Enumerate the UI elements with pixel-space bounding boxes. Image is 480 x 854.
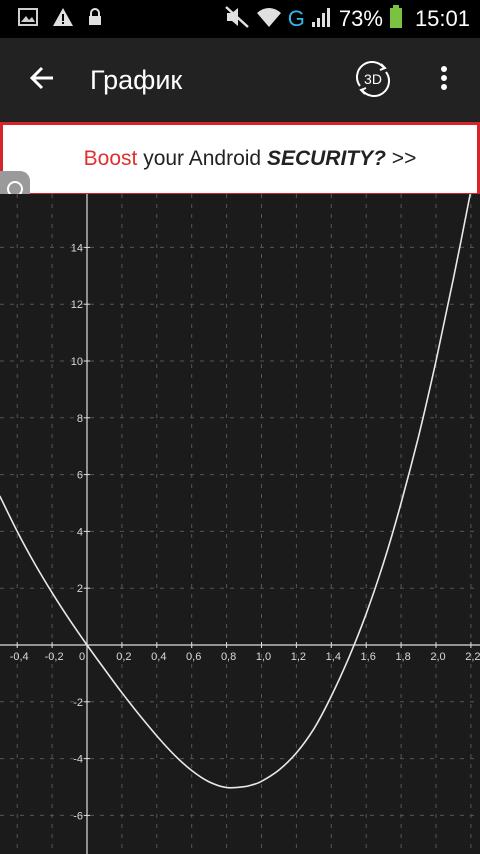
wifi-icon — [256, 6, 282, 32]
page-title: График — [90, 64, 183, 95]
x-tick-label: 0,6 — [186, 651, 201, 663]
app-bar: График 3D — [0, 38, 480, 122]
image-icon — [18, 8, 38, 30]
x-tick-label: 0 — [79, 651, 85, 663]
y-tick-label: -4 — [73, 754, 83, 766]
y-tick-label: -2 — [73, 697, 83, 709]
x-tick-label: 1,6 — [361, 651, 376, 663]
x-tick-label: 2,2 — [465, 651, 480, 663]
y-tick-label: 4 — [77, 526, 83, 538]
warning-icon — [52, 7, 74, 31]
ad-security-text: SECURITY? — [266, 147, 386, 170]
mode-3d-button[interactable]: 3D — [350, 56, 396, 102]
battery-percent: 73% — [338, 6, 383, 31]
y-tick-label: 6 — [77, 470, 83, 482]
mode-3d-label: 3D — [364, 71, 382, 87]
arrow-back-icon — [29, 65, 55, 95]
x-tick-label: 1,0 — [256, 651, 271, 663]
x-tick-label: 1,4 — [326, 651, 341, 663]
ad-text: Boost your Android SECURITY? >> — [64, 147, 417, 171]
y-tick-label: 2 — [77, 583, 83, 595]
clock: 15:01 — [414, 6, 470, 31]
ad-banner[interactable]: Boost your Android SECURITY? >> — [0, 122, 480, 196]
back-button[interactable] — [0, 38, 84, 122]
network-type-label: G — [287, 6, 305, 31]
y-tick-label: 12 — [71, 299, 83, 311]
ad-middle-text: your Android — [137, 147, 267, 170]
y-tick-label: 14 — [71, 242, 83, 254]
battery-icon — [389, 5, 403, 33]
function-graph[interactable]: -0,4 -0,2 0 0,2 0,4 0,6 0,8 1,0 1,2 1,4 1,6 1,8 2,0 2… — [0, 194, 480, 854]
x-tick-label: 1,2 — [291, 651, 306, 663]
x-tick-label: 0,2 — [116, 651, 131, 663]
status-bar: G 73% 15:01 — [0, 0, 480, 38]
ad-info-badge[interactable] — [0, 171, 30, 197]
more-vert-icon — [440, 65, 448, 95]
ad-arrows-text: >> — [385, 147, 417, 170]
overflow-menu-button[interactable] — [426, 58, 462, 102]
x-tick-label: 2,0 — [430, 651, 445, 663]
lock-icon — [88, 8, 102, 30]
y-tick-label: -6 — [73, 810, 83, 822]
graph-background — [0, 194, 480, 854]
y-tick-label: 8 — [77, 413, 83, 425]
x-tick-label: 1,8 — [395, 651, 410, 663]
y-tick-label: 10 — [71, 356, 83, 368]
x-tick-label: 0,8 — [221, 651, 236, 663]
signal-icon — [311, 6, 333, 32]
mute-icon — [224, 5, 250, 33]
x-tick-label: 0,4 — [151, 651, 166, 663]
x-tick-label: -0,4 — [10, 651, 29, 663]
x-tick-label: -0,2 — [45, 651, 64, 663]
ad-boost-text: Boost — [83, 147, 138, 170]
